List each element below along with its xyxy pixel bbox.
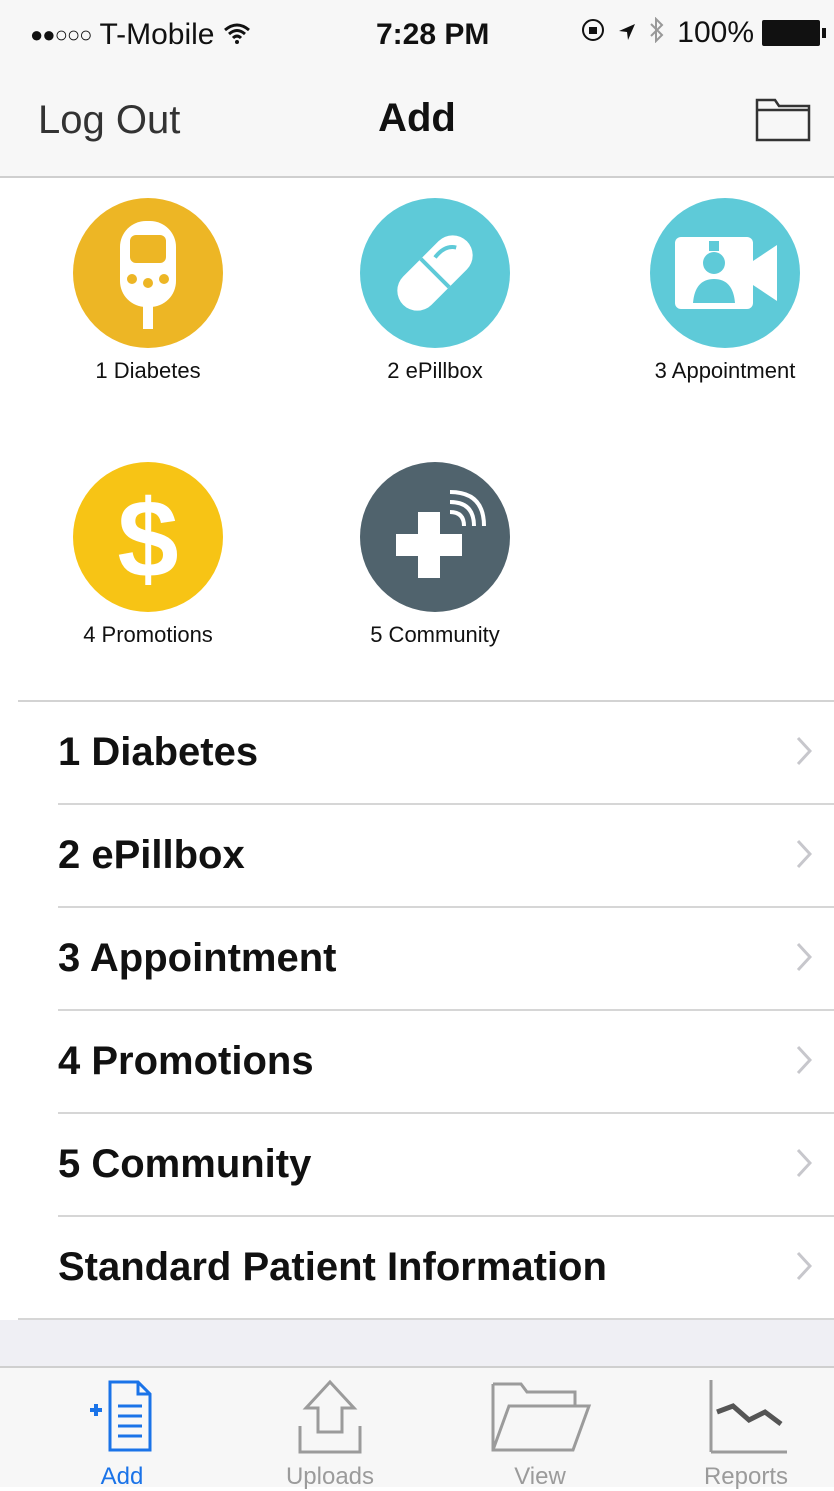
tab-label: View — [514, 1463, 566, 1490]
tab-label: Reports — [703, 1463, 789, 1490]
list-item-promotions[interactable]: 4 Promotions — [0, 1011, 834, 1114]
bluetooth-icon — [649, 16, 665, 50]
tab-bar: Add Uploads View Reports — [0, 1366, 834, 1490]
battery-icon — [762, 20, 826, 46]
tile-promotions[interactable]: $ 4 Promotions — [58, 462, 238, 648]
wifi-icon — [223, 18, 251, 52]
location-arrow-icon — [617, 17, 637, 49]
line-chart-icon — [666, 1376, 826, 1461]
list-item-label: 4 Promotions — [58, 1039, 314, 1083]
status-icons: 100% — [581, 16, 826, 50]
chevron-right-icon — [796, 942, 813, 977]
chevron-right-icon — [796, 736, 813, 771]
carrier-group: ●●○○○ T-Mobile — [30, 18, 251, 52]
video-doctor-icon — [650, 198, 800, 348]
add-document-icon — [42, 1376, 202, 1461]
rotation-lock-icon — [581, 17, 605, 49]
list-item-standard-patient-information[interactable]: Standard Patient Information — [0, 1217, 834, 1320]
tile-label: 5 Community — [370, 622, 500, 647]
pill-capsule-icon — [360, 198, 510, 348]
chevron-right-icon — [796, 1045, 813, 1080]
tile-label: 3 Appointment — [654, 358, 796, 383]
tile-community[interactable]: 5 Community — [345, 462, 525, 648]
list-item-community[interactable]: 5 Community — [0, 1114, 834, 1217]
list-item-label: 1 Diabetes — [58, 730, 259, 774]
dollar-sign-icon: $ — [73, 462, 223, 612]
tile-label: 2 ePillbox — [387, 358, 483, 383]
navigation-bar: Log Out Add — [0, 68, 834, 178]
upload-icon — [250, 1376, 410, 1461]
list-item-appointment[interactable]: 3 Appointment — [0, 908, 834, 1011]
glucose-meter-icon — [73, 198, 223, 348]
list-footer-background — [0, 1320, 834, 1368]
status-bar: ●●○○○ T-Mobile 7:28 PM 100% — [0, 0, 834, 68]
signal-strength-icon: ●●○○○ — [30, 22, 92, 47]
tab-view[interactable]: View — [460, 1376, 620, 1491]
tile-diabetes[interactable]: 1 Diabetes — [58, 198, 238, 384]
chevron-right-icon — [796, 1148, 813, 1183]
battery-percent: 100% — [677, 16, 754, 49]
list-item-diabetes[interactable]: 1 Diabetes — [0, 702, 834, 805]
list-item-label: 5 Community — [58, 1142, 312, 1186]
tile-epillbox[interactable]: 2 ePillbox — [345, 198, 525, 384]
folder-icon[interactable] — [754, 94, 812, 149]
tab-uploads[interactable]: Uploads — [250, 1376, 410, 1491]
shortcut-grid: 1 Diabetes 2 ePillbox 3 Appointment $ 4 … — [0, 178, 834, 700]
tile-appointment[interactable]: 3 Appointment — [635, 198, 815, 384]
list-item-label: Standard Patient Information — [58, 1245, 607, 1289]
tab-label: Uploads — [285, 1463, 375, 1490]
tab-reports[interactable]: Reports — [666, 1376, 826, 1491]
list-item-label: 2 ePillbox — [58, 833, 245, 877]
tile-label: 4 Promotions — [83, 622, 213, 647]
medical-cross-broadcast-icon — [360, 462, 510, 612]
page-title: Add — [378, 96, 456, 140]
list-item-label: 3 Appointment — [58, 936, 337, 980]
carrier-name: T-Mobile — [99, 18, 215, 51]
tab-add[interactable]: Add — [42, 1376, 202, 1491]
tile-label: 1 Diabetes — [95, 358, 201, 383]
chevron-right-icon — [796, 839, 813, 874]
chevron-right-icon — [796, 1251, 813, 1286]
clock: 7:28 PM — [376, 18, 490, 51]
menu-list: 1 Diabetes 2 ePillbox 3 Appointment 4 Pr… — [0, 702, 834, 1320]
open-folder-icon — [460, 1376, 620, 1461]
list-item-epillbox[interactable]: 2 ePillbox — [0, 805, 834, 908]
svg-text:$: $ — [117, 478, 178, 597]
tab-label: Add — [100, 1463, 144, 1490]
